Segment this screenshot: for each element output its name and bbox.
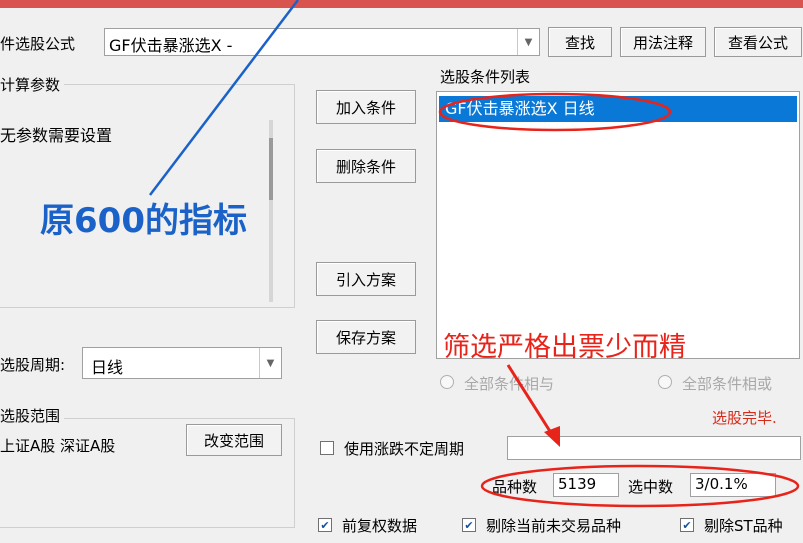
stats-highlight-ellipse — [480, 464, 800, 508]
note-annotation: 筛选严格出票少而精 — [443, 332, 686, 363]
red-arrow-line — [506, 364, 555, 437]
annotation-overlay — [149, 0, 800, 508]
condition-highlight-ellipse — [438, 92, 672, 132]
indicator-annotation: 原600的指标 — [40, 201, 247, 241]
red-arrow-head — [544, 426, 560, 447]
blue-pointer-line — [149, 0, 299, 196]
